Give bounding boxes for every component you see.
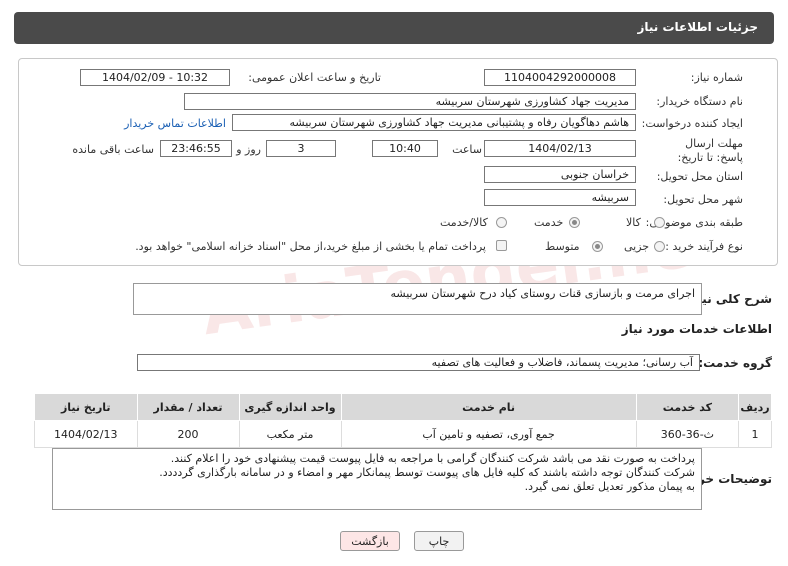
- col-code: کد خدمت: [635, 393, 740, 421]
- cell-name: جمع آوری، تصفیه و تامین آب: [340, 420, 637, 448]
- province-field[interactable]: خراسان جنوبی: [484, 166, 636, 183]
- creator-field[interactable]: هاشم دهاگویان رفاه و پشتیبانی مدیریت جها…: [232, 114, 636, 131]
- cell-row: 1: [738, 420, 772, 448]
- process-option-minor: جزیی: [624, 240, 650, 253]
- service-group-label: گروه خدمت:: [698, 356, 772, 370]
- category-option-goods: کالا: [626, 216, 641, 229]
- city-label: شهر محل تحویل:: [663, 193, 743, 206]
- col-unit: واحد اندازه گیری: [238, 393, 342, 421]
- treasury-note: پرداخت تمام یا بخشی از مبلغ خرید،از محل …: [135, 240, 486, 253]
- deadline-label: مهلت ارسال پاسخ: تا تاریخ:: [677, 137, 743, 164]
- buyer-org-field[interactable]: مدیریت جهاد کشاورزی شهرستان سربیشه: [184, 93, 636, 110]
- category-radio-service[interactable]: [569, 217, 580, 228]
- announce-datetime-field[interactable]: 1404/02/09 - 10:32: [80, 69, 230, 86]
- announce-label: تاریخ و ساعت اعلان عمومی:: [248, 71, 381, 84]
- print-button[interactable]: چاپ: [414, 531, 464, 551]
- days-label: روز و: [236, 143, 261, 156]
- summary-textarea[interactable]: اجرای مرمت و بازسازی قنات روستای کیاد در…: [133, 283, 702, 315]
- table-row[interactable]: 1 ث-36-360 جمع آوری، تصفیه و تامین آب مت…: [34, 420, 772, 448]
- category-radio-goods-service[interactable]: [496, 217, 507, 228]
- deadline-time-field[interactable]: 10:40: [372, 140, 438, 157]
- process-radio-minor[interactable]: [654, 241, 665, 252]
- category-option-goods-service: کالا/خدمت: [440, 216, 488, 229]
- days-remaining-field[interactable]: 3: [266, 140, 336, 157]
- buyer-notes-textarea[interactable]: پرداخت به صورت نقد می باشد شرکت کنندگان …: [52, 448, 702, 510]
- creator-label: ایجاد کننده درخواست:: [641, 117, 743, 130]
- process-option-medium: متوسط: [545, 240, 580, 253]
- need-number-label: شماره نیاز:: [690, 71, 743, 84]
- cell-unit: متر مکعب: [238, 420, 342, 448]
- treasury-checkbox[interactable]: [496, 240, 507, 251]
- deadline-time-label: ساعت: [452, 143, 482, 156]
- remaining-label: ساعت باقی مانده: [72, 143, 154, 156]
- services-table: ردیف کد خدمت نام خدمت واحد اندازه گیری ت…: [34, 393, 772, 448]
- buyer-org-label: نام دستگاه خریدار:: [656, 95, 743, 108]
- process-label: نوع فرآیند خرید :: [665, 240, 743, 253]
- notes-line-2: شرکت کنندگان توجه داشته باشند که کلیه فا…: [159, 466, 695, 479]
- category-radio-goods[interactable]: [654, 217, 665, 228]
- category-option-service: خدمت: [534, 216, 564, 229]
- cell-code: ث-36-360: [635, 420, 740, 448]
- col-row: ردیف: [738, 393, 772, 421]
- notes-line-3: به پیمان مذکور تعدیل تعلق نمی گیرد.: [524, 480, 695, 493]
- notes-line-1: پرداخت به صورت نقد می باشد شرکت کنندگان …: [170, 452, 695, 465]
- deadline-date-field[interactable]: 1404/02/13: [484, 140, 636, 157]
- remaining-time-field[interactable]: 23:46:55: [160, 140, 232, 157]
- cell-qty: 200: [136, 420, 240, 448]
- col-date: تاریخ نیاز: [34, 393, 138, 421]
- buyer-contact-link[interactable]: اطلاعات تماس خریدار: [124, 117, 226, 130]
- col-name: نام خدمت: [340, 393, 637, 421]
- process-radio-medium[interactable]: [592, 241, 603, 252]
- need-number-field[interactable]: 1104004292000008: [484, 69, 636, 86]
- page-header: جزئیات اطلاعات نیاز: [14, 12, 774, 44]
- col-qty: تعداد / مقدار: [136, 393, 240, 421]
- services-section-title: اطلاعات خدمات مورد نیاز: [621, 322, 772, 336]
- city-field[interactable]: سربیشه: [484, 189, 636, 206]
- need-info-panel: [18, 58, 778, 266]
- summary-text: اجرای مرمت و بازسازی قنات روستای کیاد در…: [390, 287, 695, 300]
- province-label: استان محل تحویل:: [656, 170, 743, 183]
- page-title: جزئیات اطلاعات نیاز: [637, 20, 758, 34]
- table-header-row: ردیف کد خدمت نام خدمت واحد اندازه گیری ت…: [34, 393, 772, 421]
- back-button[interactable]: بازگشت: [340, 531, 400, 551]
- service-group-field[interactable]: آب رسانی؛ مدیریت پسماند، فاضلاب و فعالیت…: [137, 354, 700, 371]
- cell-date: 1404/02/13: [34, 420, 138, 448]
